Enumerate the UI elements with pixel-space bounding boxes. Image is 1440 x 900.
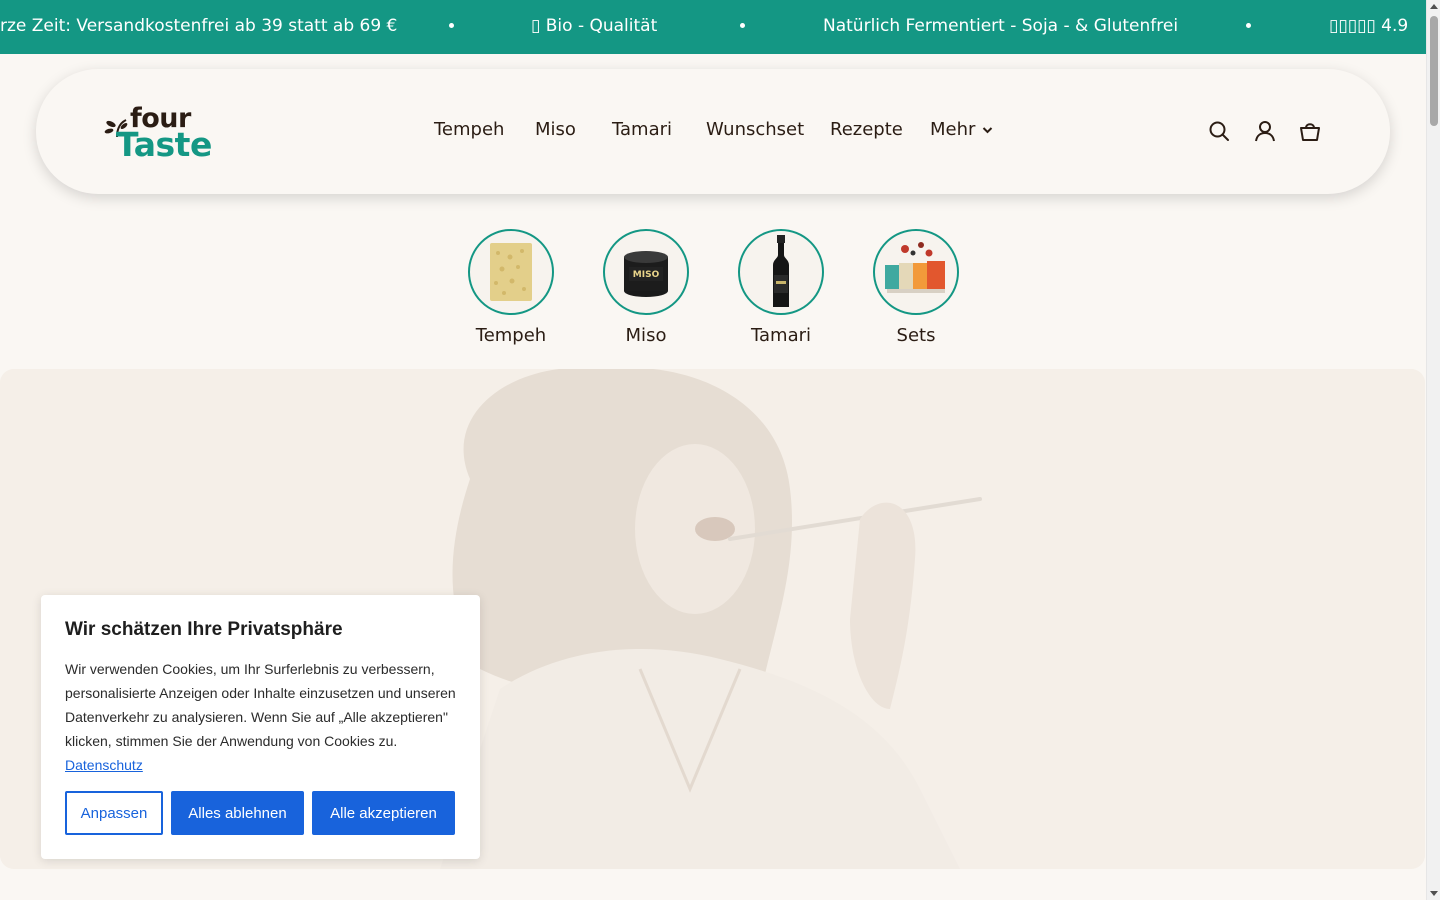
announcement-bar: rze Zeit: Versandkostenfrei ab 39 statt … [0,0,1426,54]
miso-jar-icon: MISO [624,251,668,297]
tempeh-product-icon [490,243,532,301]
category-tamari[interactable]: Tamari [738,229,824,346]
search-icon[interactable] [1208,120,1230,142]
reject-all-button[interactable]: Alles ablehnen [171,791,304,835]
nav-item-mehr[interactable]: Mehr [930,119,975,140]
accept-all-button[interactable]: Alle akzeptieren [312,791,455,835]
category-tempeh[interactable]: Tempeh [468,229,554,346]
category-sets-label[interactable]: Sets [863,325,969,346]
cookie-buttons: Anpassen Alles ablehnen Alle akzeptieren [65,791,455,835]
category-miso[interactable]: MISO Miso [603,229,689,346]
account-icon[interactable] [1254,120,1276,142]
privacy-link[interactable]: Datenschutz [65,757,143,773]
scroll-down-icon[interactable] [1430,891,1438,896]
announcement-shipping: rze Zeit: Versandkostenfrei ab 39 statt … [0,16,398,36]
category-sets[interactable]: Sets [873,229,959,346]
category-tempeh-image[interactable] [468,229,554,315]
category-miso-image[interactable]: MISO [603,229,689,315]
nav-item-tempeh[interactable]: Tempeh [434,119,504,140]
category-tamari-image[interactable] [738,229,824,315]
page-scrollbar[interactable] [1426,0,1440,900]
nav-item-wunschset[interactable]: Wunschset [706,119,804,140]
tamari-bottle-icon [773,235,789,307]
category-tamari-label[interactable]: Tamari [728,325,834,346]
category-sets-image[interactable] [873,229,959,315]
announcement-rating: ▯▯▯▯▯ 4.9 [1329,16,1409,36]
cookie-description: Wir verwenden Cookies, um Ihr Surferlebn… [65,661,456,749]
nav-item-miso[interactable]: Miso [535,119,576,140]
logo-text-taste: Taste [116,125,212,164]
cookie-text: Wir verwenden Cookies, um Ihr Surferlebn… [65,657,456,777]
announcement-separator [740,23,745,28]
nav-item-rezepte[interactable]: Rezepte [830,119,903,140]
category-miso-label[interactable]: Miso [593,325,699,346]
customize-button[interactable]: Anpassen [65,791,163,835]
scroll-up-icon[interactable] [1430,4,1438,9]
scroll-thumb[interactable] [1430,16,1438,126]
chevron-down-icon[interactable] [982,125,993,135]
cookie-title: Wir schätzen Ihre Privatsphäre [65,619,343,640]
announcement-separator [1246,23,1251,28]
cart-icon[interactable] [1299,120,1321,142]
svg-text:MISO: MISO [633,270,660,280]
cookie-consent-dialog: Wir schätzen Ihre Privatsphäre Wir verwe… [41,595,480,859]
site-logo[interactable]: four Taste [104,103,214,164]
announcement-fermented: Natürlich Fermentiert - Soja - & Glutenf… [823,16,1179,36]
announcement-bio: ▯ Bio - Qualität [531,16,658,36]
site-header: four Taste Tempeh Miso Tamari Wunschset … [36,69,1390,194]
nav-item-tamari[interactable]: Tamari [612,119,672,140]
product-set-icon [885,242,945,293]
category-tempeh-label[interactable]: Tempeh [458,325,564,346]
announcement-separator [449,23,454,28]
